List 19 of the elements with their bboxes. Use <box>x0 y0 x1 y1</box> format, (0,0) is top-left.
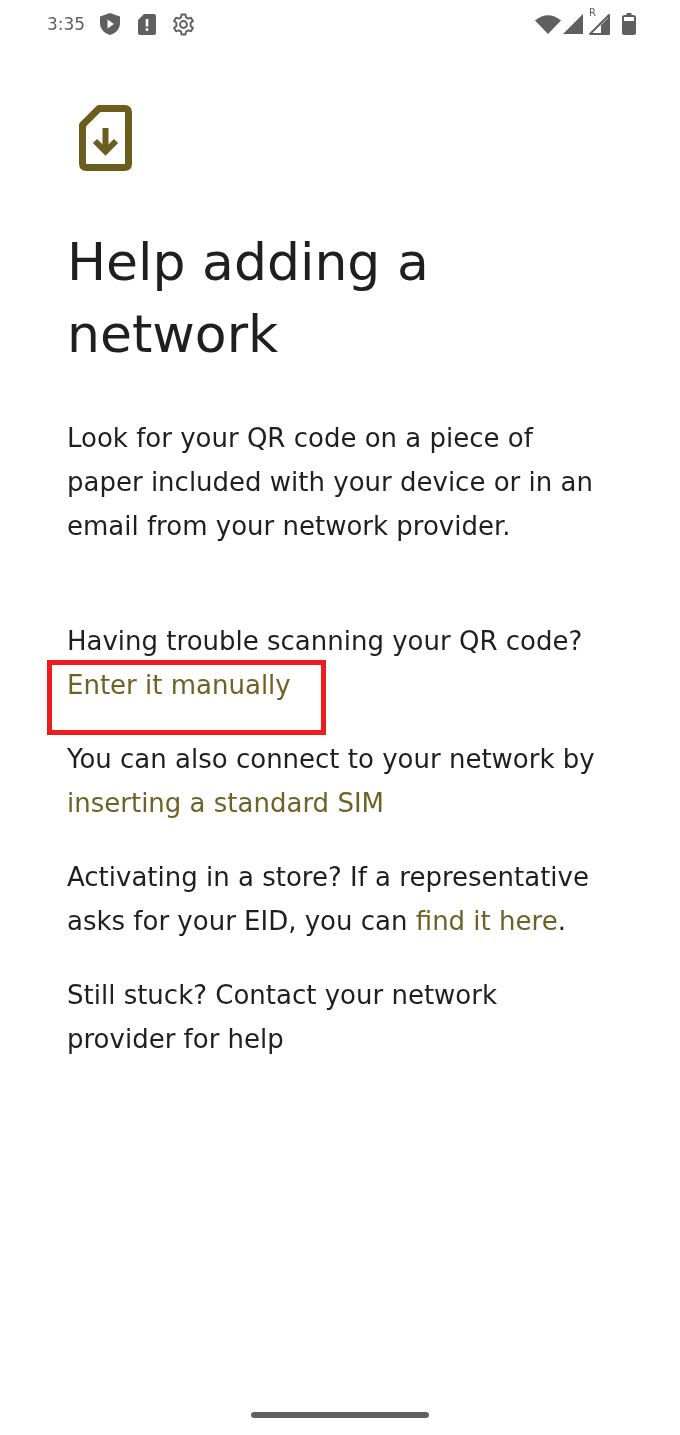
signal-icon <box>563 14 583 34</box>
link[interactable]: find it here <box>415 906 558 936</box>
status-time: 3:35 <box>47 14 86 34</box>
shield-icon <box>100 13 121 35</box>
help-text: Activating in a store? If a representative asks for your EID, you can find it here. <box>67 861 590 938</box>
signal-icon <box>589 14 610 35</box>
wifi-icon <box>535 14 561 34</box>
settings-icon <box>172 12 196 36</box>
sim-alert-icon <box>138 13 157 35</box>
help-text: You can also connect to your network by inserting a standard SIM <box>67 743 596 820</box>
link[interactable]: Enter it manually <box>67 670 291 700</box>
link[interactable]: inserting a standard SIM <box>67 788 384 818</box>
download-file-icon <box>79 105 132 171</box>
description-text: Look for your QR code on a piece of paper included with your device or in an email from your network provider. <box>67 422 594 543</box>
page-title: Help adding a network <box>67 231 430 366</box>
help-text: Having trouble scanning your QR code? Enter it manually <box>67 619 607 707</box>
roaming-indicator: R <box>589 7 596 19</box>
battery-icon <box>622 13 636 35</box>
help-text: Still stuck? Contact your network provider for help <box>67 979 498 1056</box>
